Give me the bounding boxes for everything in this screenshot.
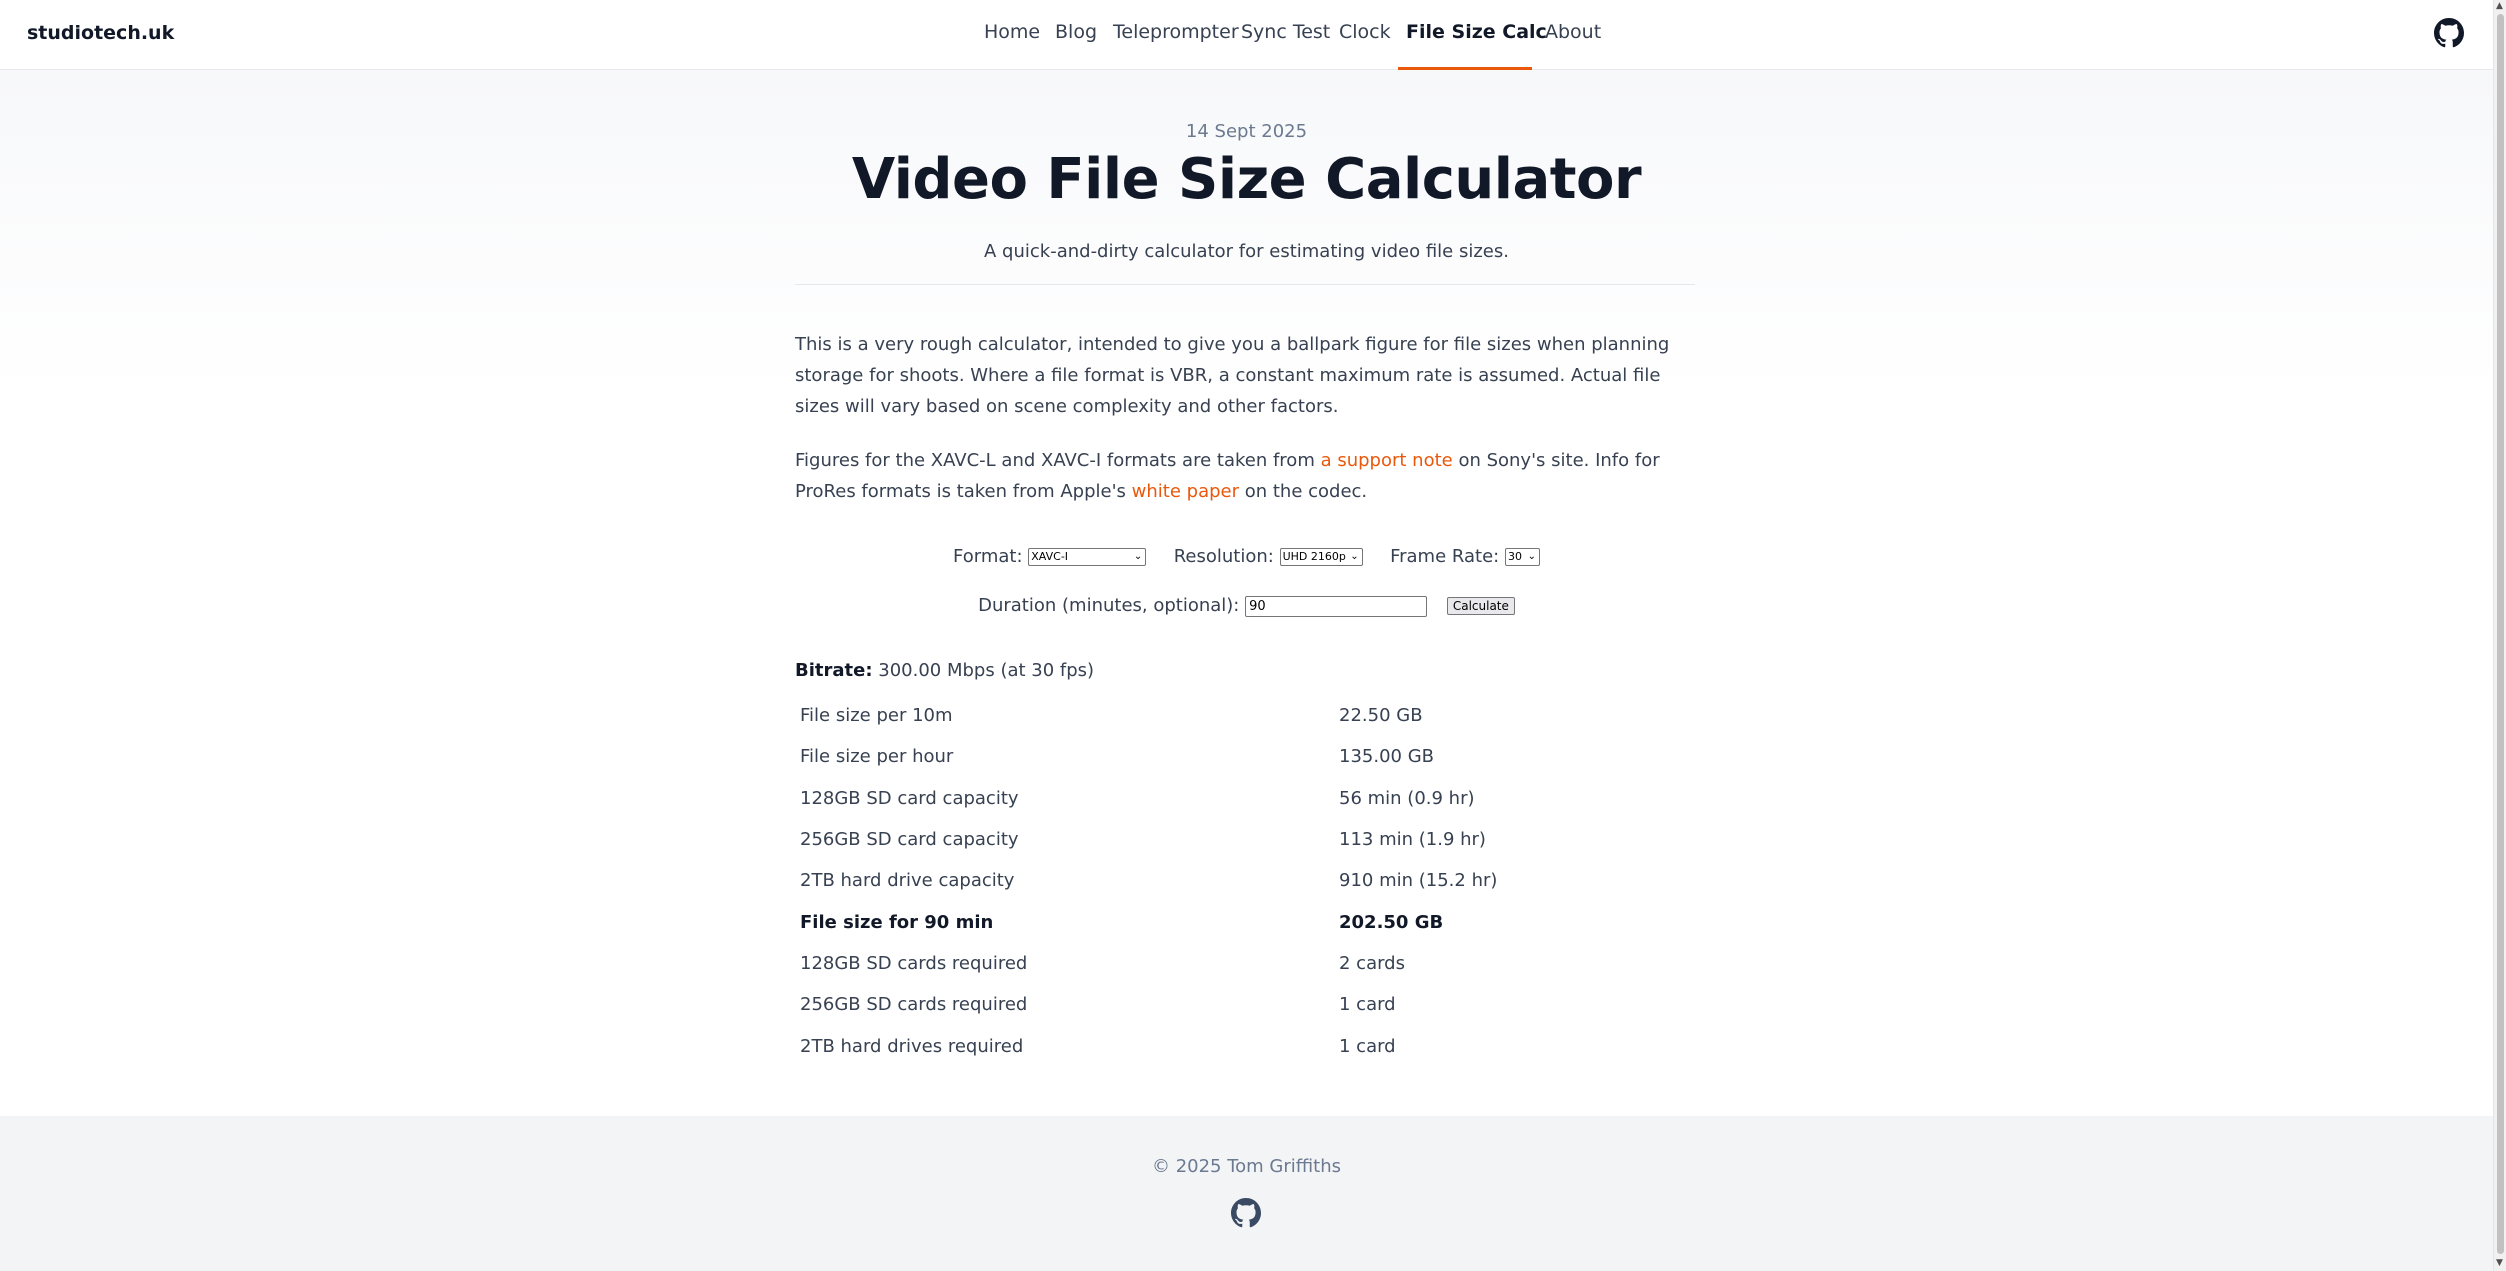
format-row: Format: XAVC-I ⌄ Resolution: UHD 2160p ⌄ F… xyxy=(0,546,2493,567)
chevron-down-icon: ⌄ xyxy=(1527,551,1536,562)
main-nav: Home Blog Teleprompter Sync Test Clock F… xyxy=(0,0,2493,70)
post-date: 14 Sept 2025 xyxy=(1185,121,1308,142)
result-label: File size per hour xyxy=(800,746,954,768)
format-select-value: XAVC-I xyxy=(1031,550,1069,563)
github-icon[interactable] xyxy=(1231,1198,1261,1228)
sources-text-1: Figures for the XAVC-L and XAVC-I format… xyxy=(795,450,1321,471)
result-value: 135.00 GB xyxy=(1339,746,1435,768)
intro-paragraph: This is a very rough calculator, intende… xyxy=(795,334,1670,417)
duration-label: Duration (minutes, optional): xyxy=(978,595,1240,616)
support-note-link[interactable]: a support note xyxy=(1321,450,1453,471)
result-value: 202.50 GB xyxy=(1339,911,1444,933)
sources-paragraph: Figures for the XAVC-L and XAVC-I format… xyxy=(795,445,1695,507)
main-content: 14 Sept 2025 Video File Size Calculator … xyxy=(0,71,2493,1116)
table-row: File size per hour 135.00 GB xyxy=(795,736,1695,777)
resolution-select-value: UHD 2160p xyxy=(1282,550,1346,563)
result-value: 56 min (0.9 hr) xyxy=(1339,787,1475,809)
calculate-button[interactable]: Calculate xyxy=(1446,597,1515,615)
page-title: Video File Size Calculator xyxy=(851,147,1642,212)
scroll-down-icon[interactable]: ▼ xyxy=(2496,1258,2503,1268)
result-label: File size for 90 min xyxy=(800,911,994,933)
result-value: 22.50 GB xyxy=(1339,705,1423,727)
result-value: 1 card xyxy=(1339,1035,1396,1057)
result-value: 113 min (1.9 hr) xyxy=(1339,829,1486,851)
bitrate-value: 300.00 Mbps (at 30 fps) xyxy=(878,660,1095,681)
scroll-thumb[interactable] xyxy=(2497,14,2504,1254)
nav-about[interactable]: About xyxy=(1545,21,1601,43)
format-label: Format: xyxy=(953,546,1023,567)
table-row: 256GB SD cards required 1 card xyxy=(795,984,1695,1025)
framerate-select[interactable]: 30 ⌄ xyxy=(1504,548,1540,566)
site-footer: © 2025 Tom Griffiths xyxy=(0,1116,2493,1271)
github-icon[interactable] xyxy=(2434,18,2464,48)
framerate-label: Frame Rate: xyxy=(1390,546,1500,567)
duration-row: Duration (minutes, optional): 90 Calcula… xyxy=(0,595,2493,617)
active-nav-indicator xyxy=(1398,67,1532,70)
scroll-up-icon[interactable]: ▲ xyxy=(2496,1,2503,11)
table-row: 128GB SD cards required 2 cards xyxy=(795,943,1695,984)
table-row: File size per 10m 22.50 GB xyxy=(795,695,1695,736)
table-row: 2TB hard drives required 1 card xyxy=(795,1025,1695,1066)
bitrate-line: Bitrate: 300.00 Mbps (at 30 fps) xyxy=(795,660,1094,681)
white-paper-link[interactable]: white paper xyxy=(1132,481,1239,502)
table-row: File size for 90 min 202.50 GB xyxy=(795,901,1695,942)
result-value: 1 card xyxy=(1339,994,1396,1016)
nav-home[interactable]: Home xyxy=(984,21,1040,43)
page-subtitle: A quick-and-dirty calculator for estimat… xyxy=(984,241,1509,262)
nav-sync-test[interactable]: Sync Test xyxy=(1241,21,1330,43)
result-label: 2TB hard drives required xyxy=(800,1035,1024,1057)
table-row: 2TB hard drive capacity 910 min (15.2 hr) xyxy=(795,860,1695,901)
nav-teleprompter[interactable]: Teleprompter xyxy=(1113,21,1239,43)
chevron-down-icon: ⌄ xyxy=(1350,551,1359,562)
result-label: 256GB SD card capacity xyxy=(800,829,1019,851)
result-value: 910 min (15.2 hr) xyxy=(1339,870,1498,892)
page-scrollbar[interactable]: ▲ ▼ xyxy=(2493,0,2506,1271)
duration-input[interactable]: 90 xyxy=(1245,595,1428,617)
results-table: File size per 10m 22.50 GB File size per h… xyxy=(795,695,1695,1067)
result-label: File size per 10m xyxy=(800,705,953,727)
result-label: 128GB SD cards required xyxy=(800,952,1028,974)
sources-text-3: on the codec. xyxy=(1239,481,1368,502)
result-label: 256GB SD cards required xyxy=(800,994,1028,1016)
chevron-down-icon: ⌄ xyxy=(1133,551,1143,562)
result-label: 2TB hard drive capacity xyxy=(800,870,1015,892)
site-header: studiotech.uk Home Blog Teleprompter Syn… xyxy=(0,0,2493,70)
resolution-label: Resolution: xyxy=(1173,546,1274,567)
bitrate-label: Bitrate: xyxy=(795,660,873,681)
resolution-select[interactable]: UHD 2160p ⌄ xyxy=(1279,548,1363,566)
framerate-select-value: 30 xyxy=(1507,550,1522,563)
nav-file-size-calc[interactable]: File Size Calc xyxy=(1406,21,1547,43)
nav-clock[interactable]: Clock xyxy=(1339,21,1391,43)
copyright-text: © 2025 Tom Griffiths xyxy=(1151,1156,1342,1177)
table-row: 256GB SD card capacity 113 min (1.9 hr) xyxy=(795,819,1695,860)
title-divider xyxy=(795,284,1695,285)
table-row: 128GB SD card capacity 56 min (0.9 hr) xyxy=(795,778,1695,819)
result-value: 2 cards xyxy=(1339,952,1405,974)
format-select[interactable]: XAVC-I ⌄ xyxy=(1028,548,1147,566)
result-label: 128GB SD card capacity xyxy=(800,787,1019,809)
nav-blog[interactable]: Blog xyxy=(1055,21,1097,43)
